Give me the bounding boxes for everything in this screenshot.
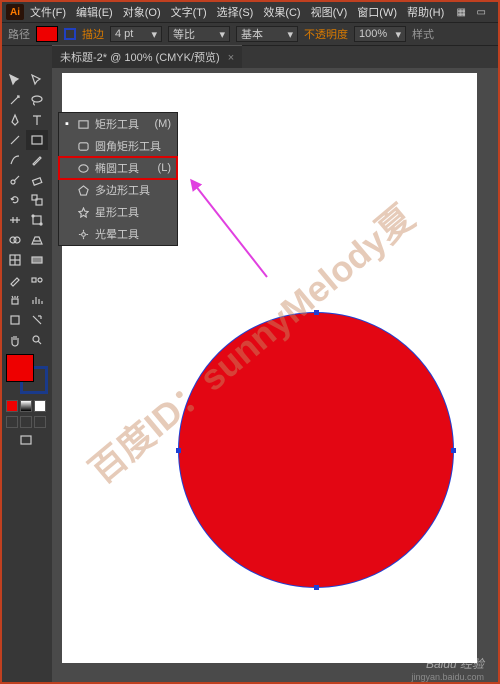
blend-tool[interactable] (26, 270, 48, 290)
ellipse-shape[interactable] (178, 312, 454, 588)
magic-wand-tool[interactable] (4, 90, 26, 110)
pencil-tool[interactable] (26, 150, 48, 170)
flyout-shortcut: (M) (155, 118, 172, 130)
profile-dd[interactable]: 等比▾ (168, 26, 230, 42)
stroke-label: 描边 (82, 26, 104, 42)
indicator-icon: ▪ (65, 118, 71, 130)
flyout-rectangle[interactable]: ▪ 矩形工具 (M) (59, 113, 177, 135)
annotation-arrow (187, 177, 277, 287)
draw-normal-icon[interactable] (6, 416, 18, 428)
fill-stroke-control[interactable] (6, 354, 48, 394)
baidu-url: jingyan.baidu.com (411, 672, 484, 682)
screen-mode-tool[interactable] (4, 430, 48, 450)
opacity-input[interactable]: 100%▾ (354, 26, 406, 42)
shape-tool-flyout: ▪ 矩形工具 (M) 圆角矩形工具 椭圆工具 (L) 多边形工具 星形工具 光晕… (58, 112, 178, 246)
symbol-sprayer-tool[interactable] (4, 290, 26, 310)
star-icon (77, 206, 89, 218)
eraser-tool[interactable] (26, 170, 48, 190)
width-tool[interactable] (4, 210, 26, 230)
menu-type[interactable]: 文字(T) (167, 2, 211, 22)
polygon-icon (77, 184, 89, 196)
flyout-label: 圆角矩形工具 (95, 138, 161, 154)
anchor-point[interactable] (451, 448, 456, 453)
fill-color[interactable] (6, 354, 34, 382)
options-bar: 路径 描边 4 pt▾ 等比▾ 基本▾ 不透明度 100%▾ 样式 (2, 22, 498, 46)
anchor-point[interactable] (176, 448, 181, 453)
rotate-tool[interactable] (4, 190, 26, 210)
flyout-label: 星形工具 (95, 204, 139, 220)
artboard-tool[interactable] (4, 310, 26, 330)
anchor-point[interactable] (314, 310, 319, 315)
menu-file[interactable]: 文件(F) (26, 2, 70, 22)
style-label: 样式 (412, 26, 434, 42)
rounded-rect-icon (77, 140, 89, 152)
flyout-label: 多边形工具 (95, 182, 150, 198)
type-tool[interactable] (26, 110, 48, 130)
menu-window[interactable]: 窗口(W) (353, 2, 401, 22)
pen-tool[interactable] (4, 110, 26, 130)
gradient-tool[interactable] (26, 250, 48, 270)
flyout-label: 光晕工具 (95, 226, 139, 242)
stroke-weight[interactable]: 4 pt▾ (110, 26, 162, 42)
document-tabs: 未标题-2* @ 100% (CMYK/预览)× (2, 46, 498, 68)
flyout-star[interactable]: 星形工具 (59, 201, 177, 223)
close-icon[interactable]: × (228, 52, 234, 64)
flyout-label: 矩形工具 (95, 116, 139, 132)
fill-swatch[interactable] (36, 26, 58, 42)
mesh-tool[interactable] (4, 250, 26, 270)
menu-edit[interactable]: 编辑(E) (72, 2, 117, 22)
draw-inside-icon[interactable] (34, 416, 46, 428)
shape-builder-tool[interactable] (4, 230, 26, 250)
menu-bar: Ai 文件(F) 编辑(E) 对象(O) 文字(T) 选择(S) 效果(C) 视… (2, 2, 498, 22)
menu-effect[interactable]: 效果(C) (259, 2, 304, 22)
rectangle-tool[interactable] (26, 130, 48, 150)
hand-tool[interactable] (4, 330, 26, 350)
menu-help[interactable]: 帮助(H) (403, 2, 448, 22)
none-mode-icon[interactable] (34, 400, 46, 412)
baidu-watermark: Baidu 经验 (426, 655, 484, 672)
menu-object[interactable]: 对象(O) (119, 2, 165, 22)
scale-tool[interactable] (26, 190, 48, 210)
blob-brush-tool[interactable] (4, 170, 26, 190)
flyout-rounded-rect[interactable]: 圆角矩形工具 (59, 135, 177, 157)
arrange-icon[interactable]: ▭ (474, 5, 488, 19)
opacity-label: 不透明度 (304, 26, 348, 42)
slice-tool[interactable] (26, 310, 48, 330)
eyedropper-tool[interactable] (4, 270, 26, 290)
ellipse-icon (77, 162, 89, 174)
flare-icon (77, 228, 89, 240)
rectangle-icon (77, 118, 89, 130)
free-transform-tool[interactable] (26, 210, 48, 230)
tools-panel (2, 68, 52, 682)
zoom-tool[interactable] (26, 330, 48, 350)
flyout-flare[interactable]: 光晕工具 (59, 223, 177, 245)
column-graph-tool[interactable] (26, 290, 48, 310)
menu-view[interactable]: 视图(V) (307, 2, 352, 22)
menu-select[interactable]: 选择(S) (213, 2, 258, 22)
color-mode-icon[interactable] (6, 400, 18, 412)
flyout-shortcut: (L) (158, 162, 171, 174)
lasso-tool[interactable] (26, 90, 48, 110)
bridge-icon[interactable]: ▦ (454, 5, 468, 19)
flyout-label: 椭圆工具 (95, 160, 139, 176)
flyout-polygon[interactable]: 多边形工具 (59, 179, 177, 201)
line-tool[interactable] (4, 130, 26, 150)
path-label: 路径 (8, 26, 30, 42)
document-tab[interactable]: 未标题-2* @ 100% (CMYK/预览)× (52, 45, 242, 68)
draw-behind-icon[interactable] (20, 416, 32, 428)
brush-dd[interactable]: 基本▾ (236, 26, 298, 42)
flyout-ellipse[interactable]: 椭圆工具 (L) (59, 157, 177, 179)
gradient-mode-icon[interactable] (20, 400, 32, 412)
stroke-swatch[interactable] (64, 28, 76, 40)
app-logo: Ai (6, 4, 24, 20)
direct-selection-tool[interactable] (26, 70, 48, 90)
perspective-grid-tool[interactable] (26, 230, 48, 250)
anchor-point[interactable] (314, 585, 319, 590)
paintbrush-tool[interactable] (4, 150, 26, 170)
selection-tool[interactable] (4, 70, 26, 90)
